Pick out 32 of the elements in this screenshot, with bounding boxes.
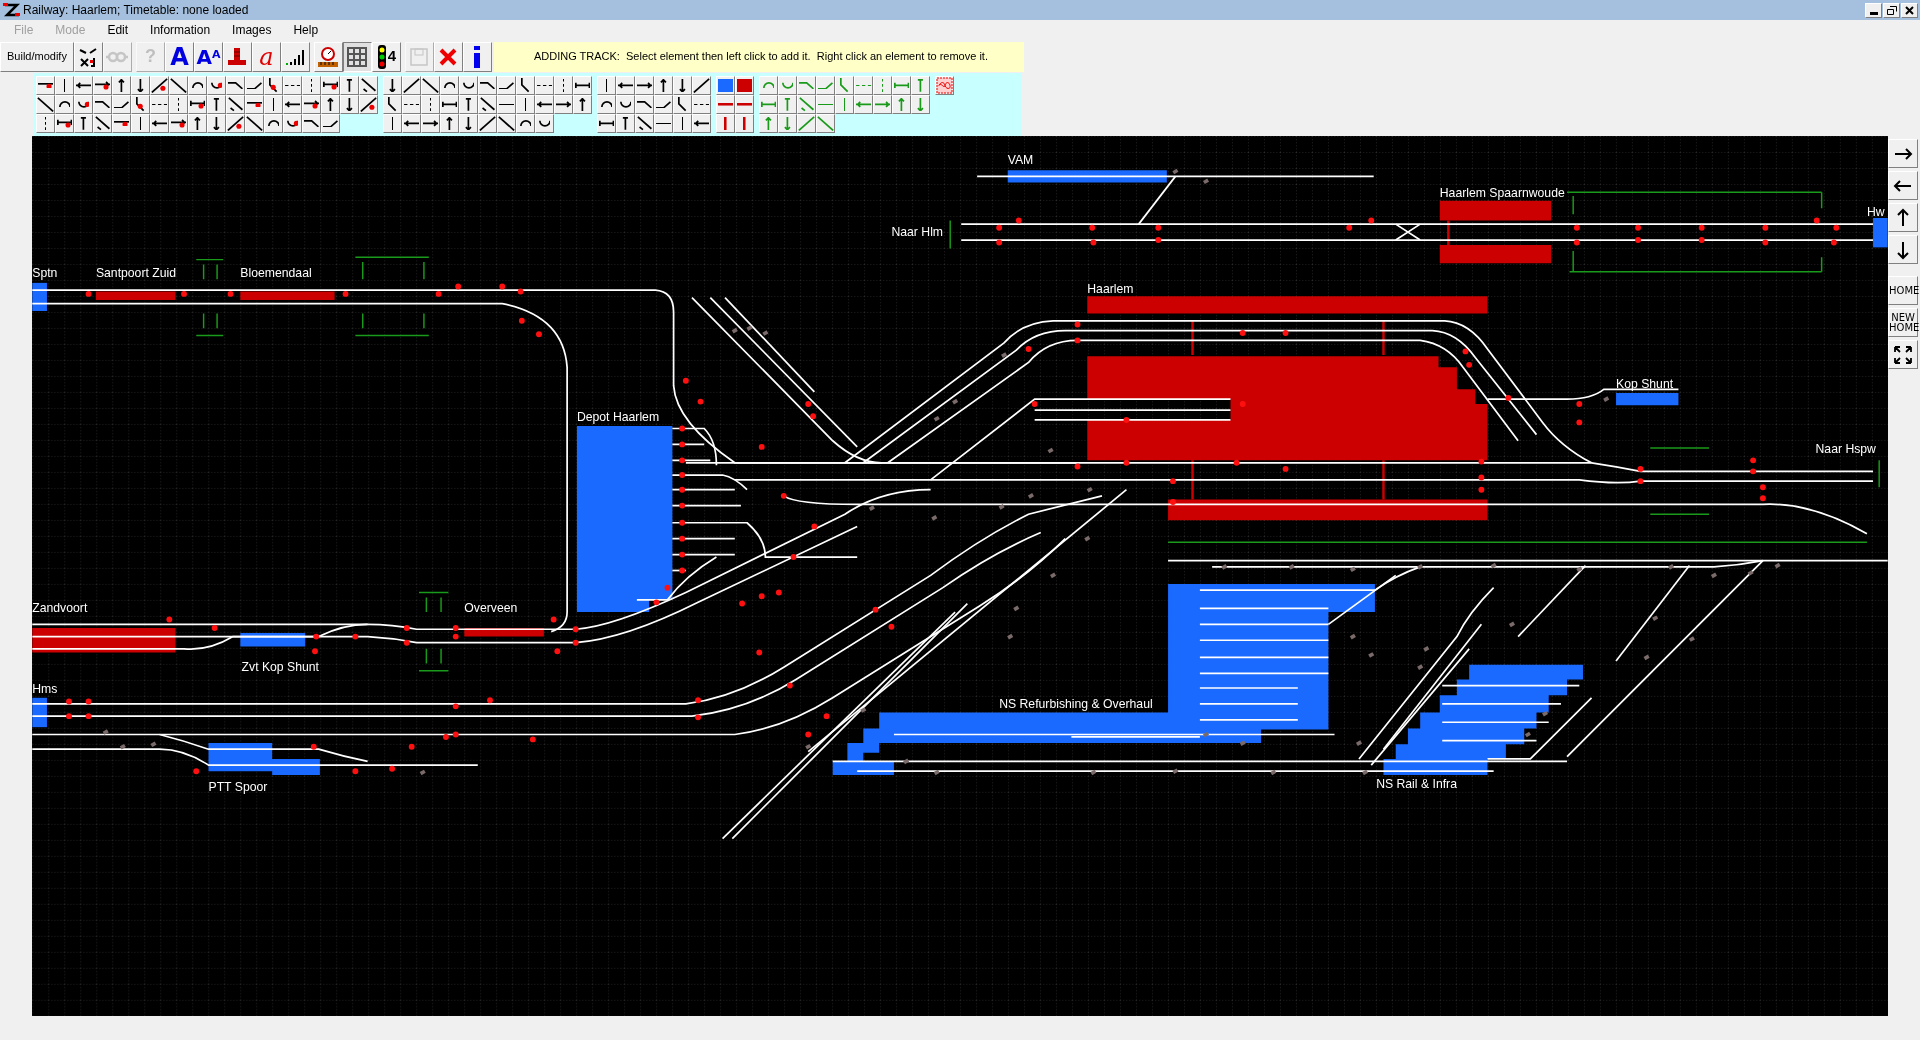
location-label: Naar Hspw <box>1815 442 1876 456</box>
location-label: Haarlem Spaarnwoude <box>1439 186 1565 201</box>
home-button[interactable]: NEW HOME <box>1888 308 1918 337</box>
menu-item[interactable]: Images <box>232 21 272 39</box>
location-label: NS Rail & Infra <box>1376 777 1457 792</box>
mode-button[interactable]: Build/modify <box>0 41 74 72</box>
location-label: Zandvoort <box>32 601 88 616</box>
menu-item[interactable]: Help <box>293 21 319 39</box>
location-label: Sptn <box>32 265 58 280</box>
window-title: Railway: Haarlem; Timetable: none loaded <box>23 2 249 19</box>
home-button[interactable]: HOME <box>1888 276 1918 305</box>
location-label: Hw <box>1866 204 1885 219</box>
location-label: Zvt Kop Shunt <box>241 659 319 674</box>
location-label: Kop Shunt <box>1616 377 1674 392</box>
location-label: Haarlem <box>1087 281 1134 296</box>
script-button[interactable]: a <box>251 41 281 72</box>
location-label: Naar Hlm <box>891 225 944 240</box>
location-label: Santpoort Zuid <box>95 265 177 280</box>
menu-item[interactable]: Information <box>150 21 211 39</box>
status-hint-bar: ADDING TRACK: Select element then left click to add it. Right click an element to remove it. <box>493 41 1024 72</box>
location-label: Depot Haarlem <box>576 410 660 425</box>
text-button[interactable]: A <box>164 41 194 72</box>
move-text-button[interactable]: A$^{A}$ <box>193 41 223 72</box>
signal-button[interactable]: 4 <box>371 41 401 72</box>
location-label: PTT Spoor <box>208 779 268 794</box>
menu-item[interactable]: Edit <box>107 21 129 39</box>
track-layout-canvas[interactable]: VAM Naar Hlm Haarlem Spaarnwoude Hw Sptn Santpoort Zuid Bloemendaal Haarlem Depot Haarlem Kop Shunt Naar Hspw Zandvoort Overveen Zvt Kop Shunt Hms NS Refurbishing & Overhaul PTT Spoor NS Rail & Infra <box>32 136 1888 1016</box>
location-label: VAM <box>1007 153 1034 168</box>
location-label: Overveen <box>464 601 518 616</box>
location-label: Bloemendaal <box>240 265 312 280</box>
location-label: Hms <box>32 681 58 696</box>
location-label: NS Refurbishing & Overhaul <box>999 696 1153 711</box>
